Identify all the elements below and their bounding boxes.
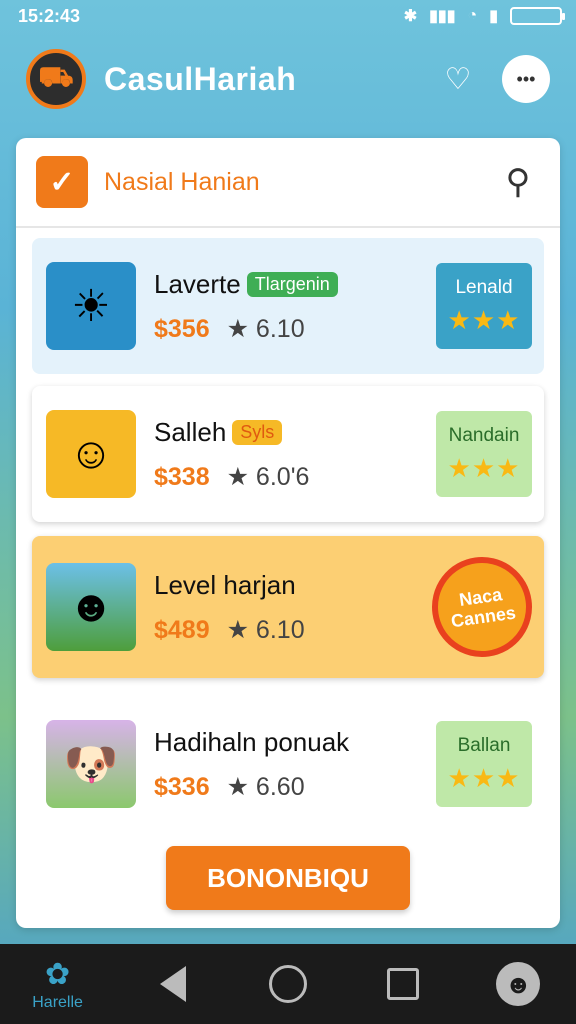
nav-profile[interactable]: ☻ bbox=[478, 962, 558, 1006]
list-item[interactable]: ☀ Laverte Tlargenin $356 ★ 6.10 Lenald ★… bbox=[32, 238, 544, 374]
bluetooth-icon: ✱ bbox=[403, 8, 418, 25]
item-tag: Tlargenin bbox=[246, 271, 338, 297]
item-title: Salleh bbox=[154, 416, 227, 447]
app-bar: ⛟ CasulHariah ♡ ••• bbox=[0, 32, 576, 126]
home-circle-icon bbox=[268, 965, 307, 1003]
card-header-title: Nasial Hanian bbox=[104, 167, 260, 196]
signal-icon: ▮▮▮ bbox=[429, 8, 456, 25]
profile-avatar-icon: ☻ bbox=[496, 962, 541, 1006]
search-button[interactable]: ⚲ bbox=[496, 162, 540, 202]
nav-home-label: Harelle bbox=[32, 993, 83, 1011]
item-price: $489 bbox=[154, 615, 210, 644]
nav-home[interactable]: ✿ Harelle bbox=[18, 957, 98, 1012]
item-price: $338 bbox=[154, 462, 210, 491]
item-tag: Syls bbox=[232, 419, 283, 445]
item-badge[interactable]: Nandain ★★★ bbox=[436, 411, 532, 497]
nav-recents[interactable] bbox=[363, 968, 443, 1000]
item-price: $336 bbox=[154, 772, 210, 801]
star-rating-icon: ★★★ bbox=[447, 452, 521, 483]
item-title-row: Salleh Syls bbox=[154, 417, 436, 448]
nav-back[interactable] bbox=[133, 966, 213, 1002]
star-rating-icon: ★★★ bbox=[447, 762, 521, 793]
status-icons: ✱ ▮▮▮ ◔ ▮ bbox=[403, 6, 565, 26]
item-title: Level harjan bbox=[154, 569, 296, 600]
bottom-nav-bar: ✿ Harelle ☻ bbox=[0, 944, 576, 1024]
badge-label: Lenald bbox=[455, 276, 513, 298]
item-rating: ★ 6.0'6 bbox=[226, 462, 310, 491]
cta-button[interactable]: BONONBIQU bbox=[166, 846, 410, 910]
back-triangle-icon bbox=[159, 966, 186, 1002]
item-title-row: Level harjan bbox=[154, 570, 432, 601]
item-body: Hadihaln ponuak $336 ★ 6.60 bbox=[154, 727, 436, 802]
item-meta: $356 ★ 6.10 bbox=[154, 314, 436, 344]
item-title-row: Hadihaln ponuak bbox=[154, 727, 436, 758]
item-body: Laverte Tlargenin $356 ★ 6.10 bbox=[154, 269, 436, 344]
item-title: Hadihaln ponuak bbox=[154, 726, 350, 757]
boy-character-thumbnail-icon: ☻ bbox=[46, 563, 136, 651]
card-header: ✓ Nasial Hanian ⚲ bbox=[16, 138, 560, 228]
item-body: Level harjan $489 ★ 6.10 bbox=[154, 570, 432, 645]
item-title-row: Laverte Tlargenin bbox=[154, 269, 436, 300]
status-time: 15:2:43 bbox=[18, 5, 81, 26]
item-title: Laverte bbox=[154, 268, 241, 299]
item-meta: $338 ★ 6.0'6 bbox=[154, 462, 436, 492]
item-price: $356 bbox=[154, 314, 210, 343]
item-badge[interactable]: Lenald ★★★ bbox=[436, 263, 532, 349]
star-rating-icon: ★★★ bbox=[447, 304, 521, 335]
promo-seal-badge[interactable]: Naca Cannes bbox=[425, 550, 539, 664]
battery-small-icon: ▮ bbox=[489, 8, 498, 25]
wifi-icon: ◔ bbox=[467, 7, 478, 24]
item-meta: $336 ★ 6.60 bbox=[154, 772, 436, 802]
badge-label: Nandain bbox=[448, 424, 520, 446]
item-rating: ★ 6.10 bbox=[226, 615, 305, 644]
item-meta: $489 ★ 6.10 bbox=[154, 615, 432, 645]
calendar-thumbnail-icon: ☀ bbox=[46, 262, 136, 350]
item-rating: ★ 6.10 bbox=[226, 314, 305, 343]
main-card: ✓ Nasial Hanian ⚲ ☀ Laverte Tlargenin $3… bbox=[16, 138, 560, 928]
girl-character-thumbnail-icon: ☺ bbox=[46, 410, 136, 498]
item-body: Salleh Syls $338 ★ 6.0'6 bbox=[154, 417, 436, 492]
list-item[interactable]: 🐶 Hadihaln ponuak $336 ★ 6.60 Ballan ★★★ bbox=[32, 696, 544, 832]
item-badge[interactable]: Ballan ★★★ bbox=[436, 721, 532, 807]
more-options-button[interactable]: ••• bbox=[502, 55, 550, 103]
nav-home-circle[interactable] bbox=[248, 965, 328, 1003]
status-bar: 15:2:43 ✱ ▮▮▮ ◔ ▮ bbox=[0, 0, 576, 32]
badge-label: Ballan bbox=[457, 734, 511, 756]
list-item[interactable]: ☺ Salleh Syls $338 ★ 6.0'6 Nandain ★★★ bbox=[32, 386, 544, 522]
category-icon: ✓ bbox=[36, 156, 88, 208]
app-title: CasulHariah bbox=[104, 60, 297, 97]
dog-character-thumbnail-icon: 🐶 bbox=[46, 720, 136, 808]
app-logo-icon: ⛟ bbox=[26, 49, 86, 109]
item-rating: ★ 6.60 bbox=[226, 772, 305, 801]
tooth-icon[interactable]: ♡ bbox=[434, 55, 482, 103]
home-icon: ✿ bbox=[45, 957, 71, 991]
recents-square-icon bbox=[387, 968, 420, 1000]
battery-icon bbox=[510, 7, 565, 25]
list-item[interactable]: ☻ Level harjan $489 ★ 6.10 Naca Cannes bbox=[32, 536, 544, 678]
